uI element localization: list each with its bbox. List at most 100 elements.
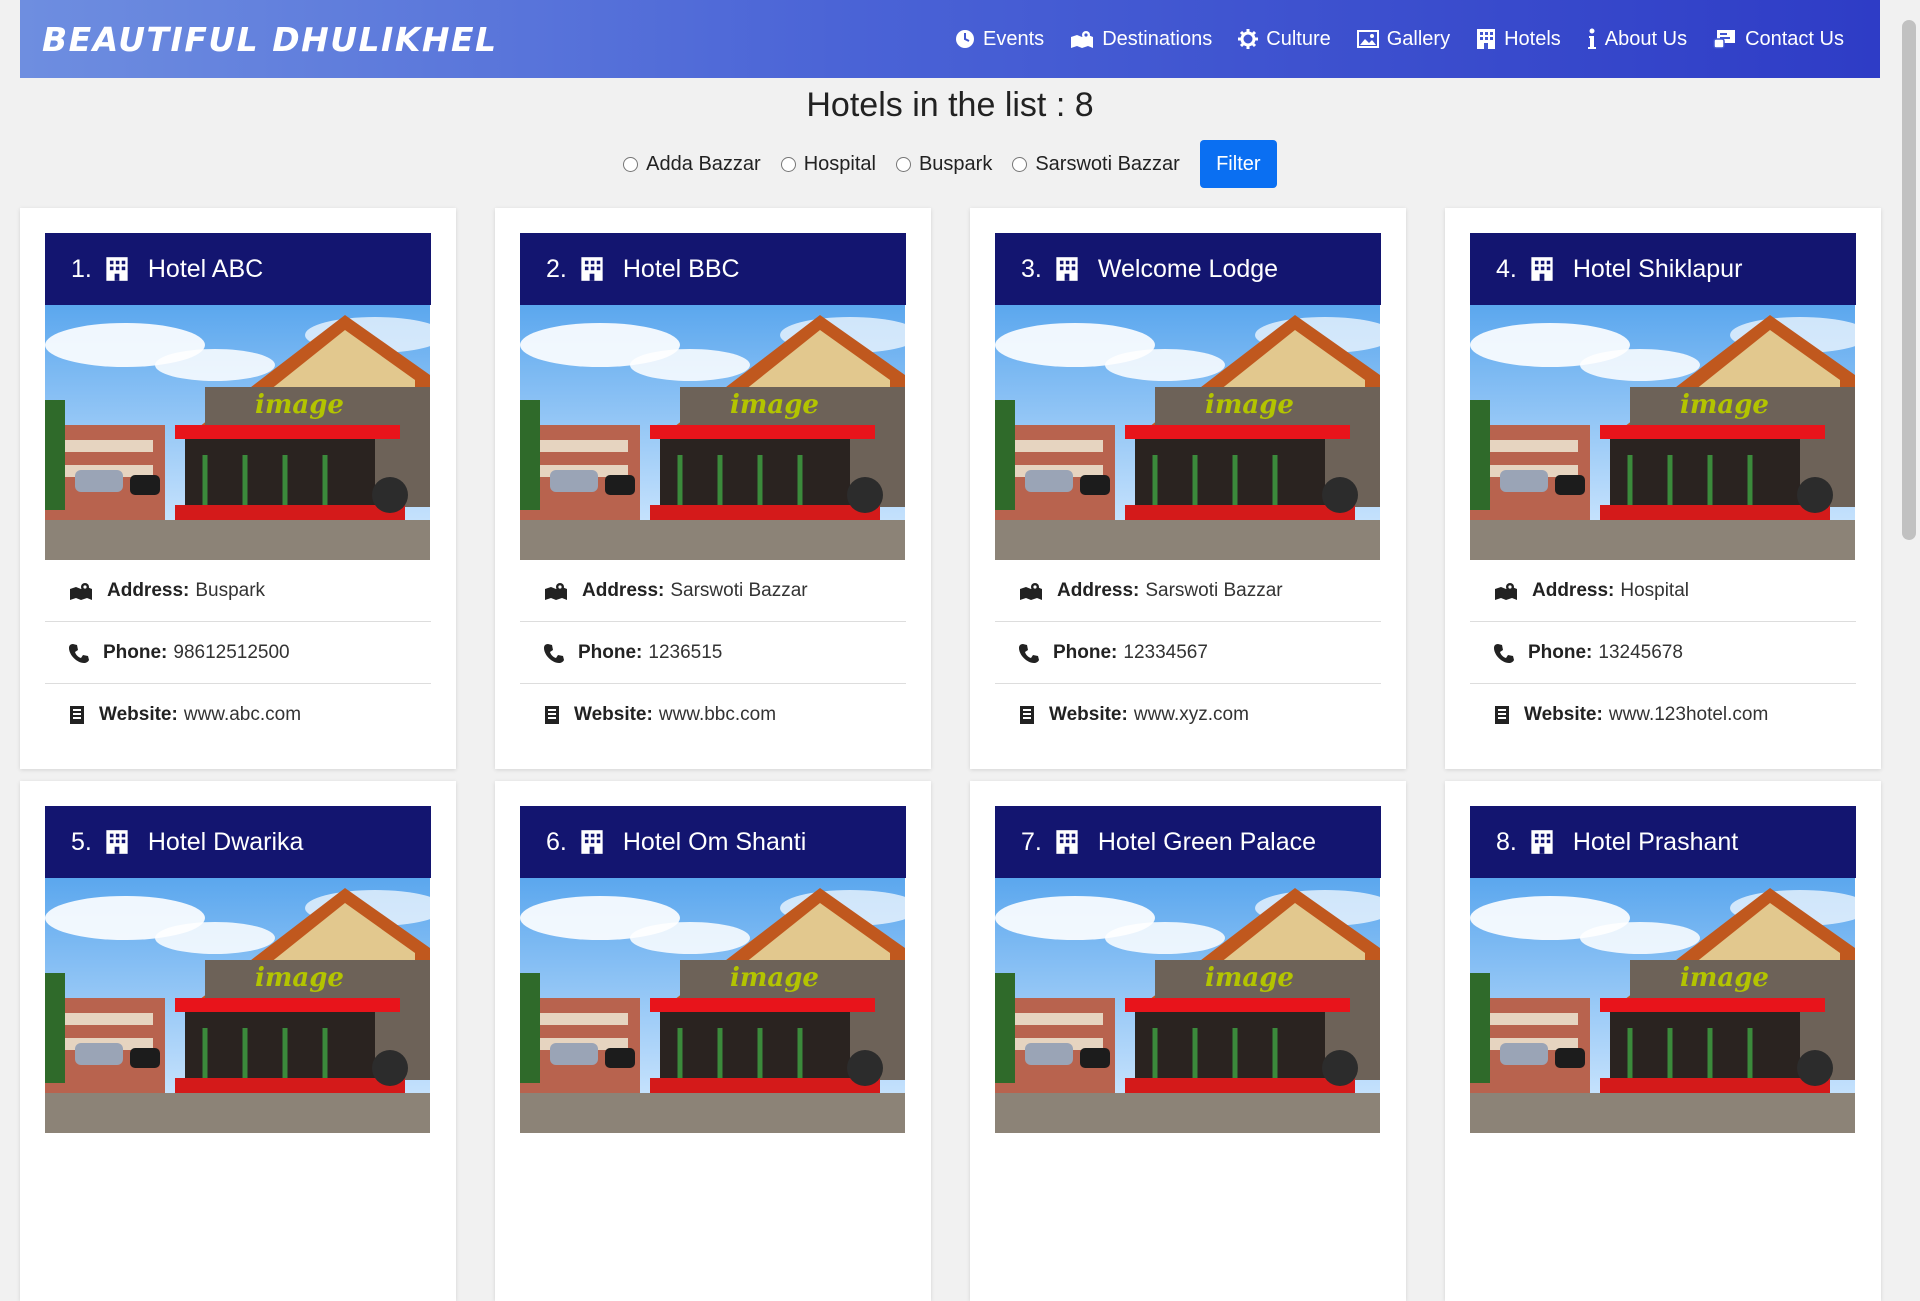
map-icon: [70, 582, 92, 600]
filter-bar: Adda Bazzar Hospital Buspark Sarswoti Ba…: [0, 140, 1900, 188]
filter-buspark[interactable]: Buspark: [895, 152, 993, 176]
map-icon: [1495, 582, 1517, 600]
map-icon: [545, 582, 567, 600]
scrollbar[interactable]: [1898, 0, 1920, 1080]
website-label: Website:: [1524, 703, 1603, 725]
phone-value: 12334567: [1123, 641, 1208, 663]
nav-destinations-label: Destinations: [1102, 27, 1213, 50]
hotel-number: 6.: [546, 827, 567, 856]
hotel-name: Hotel BBC: [622, 254, 740, 283]
phone-row: Phone: 1236515: [520, 622, 906, 684]
hotel-card-header[interactable]: 5. Hotel Dwarika: [45, 806, 431, 878]
map-icon: [1020, 582, 1042, 600]
nav-gallery[interactable]: Gallery: [1356, 27, 1451, 51]
building-icon: [1531, 257, 1553, 281]
hotel-name: Welcome Lodge: [1097, 254, 1279, 283]
hotel-photo: image: [1470, 305, 1855, 560]
hotel-photo: image: [995, 305, 1380, 560]
website-row: Website: www.xyz.com: [995, 684, 1381, 745]
navbar: BEAUTIFUL DHULIKHEL Events Destinations …: [20, 0, 1880, 78]
nav-events[interactable]: Events: [955, 28, 1044, 51]
building-icon: [1531, 830, 1553, 854]
hotel-sign-text: image: [255, 963, 344, 993]
website-link[interactable]: www.xyz.com: [1134, 704, 1249, 726]
building-icon: [1056, 830, 1078, 854]
address-row: Address: Hospital: [1470, 560, 1856, 622]
hotel-sign-text: image: [1680, 963, 1769, 993]
nav-gallery-label: Gallery: [1386, 27, 1451, 50]
radio-button[interactable]: [1012, 156, 1028, 172]
filter-hospital[interactable]: Hospital: [780, 153, 876, 176]
radio-button[interactable]: [780, 156, 796, 172]
website-icon: [1495, 705, 1509, 724]
hotel-card-header[interactable]: 8. Hotel Prashant: [1470, 806, 1856, 878]
hotel-name: Hotel Om Shanti: [622, 827, 807, 856]
phone-icon: [544, 643, 564, 663]
hotel-photo: image: [520, 305, 905, 560]
website-label: Website:: [574, 703, 653, 725]
phone-label: Phone:: [1053, 641, 1118, 663]
filter-label: Adda Bazzar: [646, 152, 761, 175]
nav-events-label: Events: [983, 27, 1045, 50]
website-link[interactable]: www.abc.com: [184, 704, 301, 726]
nav-destinations[interactable]: Destinations: [1070, 28, 1212, 51]
phone-row: Phone: 98612512500: [45, 622, 431, 684]
hotel-name: Hotel Dwarika: [147, 827, 304, 856]
brand-logo[interactable]: BEAUTIFUL DHULIKHEL: [42, 20, 498, 59]
hotel-card-header[interactable]: 1. Hotel ABC: [45, 233, 431, 305]
hotel-number: 4.: [1496, 254, 1517, 283]
phone-value: 98612512500: [173, 641, 290, 663]
card-content: 8. Hotel Prashant image: [1470, 806, 1856, 1133]
hotel-number: 2.: [546, 254, 567, 283]
building-icon: [581, 257, 603, 281]
hotel-card-header[interactable]: 6. Hotel Om Shanti: [520, 806, 906, 878]
address-value: Hospital: [1620, 579, 1690, 601]
radio-button[interactable]: [623, 156, 639, 172]
card-content: 2. Hotel BBC image Address: Sarswoti Bazza…: [520, 233, 906, 745]
scroll-thumb[interactable]: [1902, 20, 1916, 540]
address-value: Buspark: [195, 579, 266, 601]
card-content: 1. Hotel ABC image Address: Buspark Phone: 9…: [45, 233, 431, 745]
hotel-name: Hotel Green Palace: [1097, 827, 1317, 856]
address-label: Address:: [1532, 579, 1615, 601]
website-icon: [545, 705, 559, 724]
gear-icon: [1238, 29, 1259, 49]
nav-hotels[interactable]: Hotels: [1476, 28, 1561, 51]
hotel-card-header[interactable]: 3. Welcome Lodge: [995, 233, 1381, 305]
address-row: Address: Sarswoti Bazzar: [995, 560, 1381, 622]
hotel-card-header[interactable]: 2. Hotel BBC: [520, 233, 906, 305]
hotel-sign-text: image: [1680, 390, 1769, 420]
website-icon: [70, 705, 84, 724]
filter-adda-bazzar[interactable]: Adda Bazzar: [623, 153, 761, 176]
phone-label: Phone:: [1528, 641, 1593, 663]
filter-button[interactable]: Filter: [1199, 140, 1277, 188]
nav-about[interactable]: About Us: [1587, 28, 1687, 51]
filter-label: Buspark: [918, 152, 993, 175]
hotel-sign-text: image: [255, 390, 344, 420]
hotel-number: 3.: [1021, 254, 1042, 283]
radio-button[interactable]: [895, 156, 911, 172]
website-row: Website: www.bbc.com: [520, 684, 906, 745]
nav-hotels-label: Hotels: [1504, 27, 1561, 50]
hotel-card: 4. Hotel Shiklapur image Address: Hospital…: [1445, 208, 1881, 769]
hotel-card: 2. Hotel BBC image Address: Sarswoti Bazza…: [495, 208, 931, 769]
hotel-card-header[interactable]: 4. Hotel Shiklapur: [1470, 233, 1856, 305]
hotel-number: 5.: [71, 827, 92, 856]
website-link[interactable]: www.123hotel.com: [1609, 704, 1768, 726]
hotel-photo: image: [45, 305, 430, 560]
filter-label: Sarswoti Bazzar: [1035, 152, 1180, 175]
filter-sarswoti-bazzar[interactable]: Sarswoti Bazzar: [1012, 153, 1180, 176]
nav-contact[interactable]: Contact Us: [1713, 28, 1844, 51]
hotel-card-header[interactable]: 7. Hotel Green Palace: [995, 806, 1381, 878]
website-link[interactable]: www.bbc.com: [659, 704, 776, 726]
card-content: 6. Hotel Om Shanti image: [520, 806, 906, 1133]
image-icon: [1356, 30, 1379, 48]
address-value: Sarswoti Bazzar: [670, 579, 808, 601]
nav-contact-label: Contact Us: [1745, 27, 1844, 50]
nav-culture[interactable]: Culture: [1238, 28, 1331, 51]
phone-icon: [1494, 643, 1514, 663]
hotel-card: 7. Hotel Green Palace image: [970, 781, 1406, 1301]
hotel-card: 1. Hotel ABC image Address: Buspark Phone: 9…: [20, 208, 456, 769]
website-row: Website: www.abc.com: [45, 684, 431, 745]
hotel-photo: image: [45, 878, 430, 1133]
